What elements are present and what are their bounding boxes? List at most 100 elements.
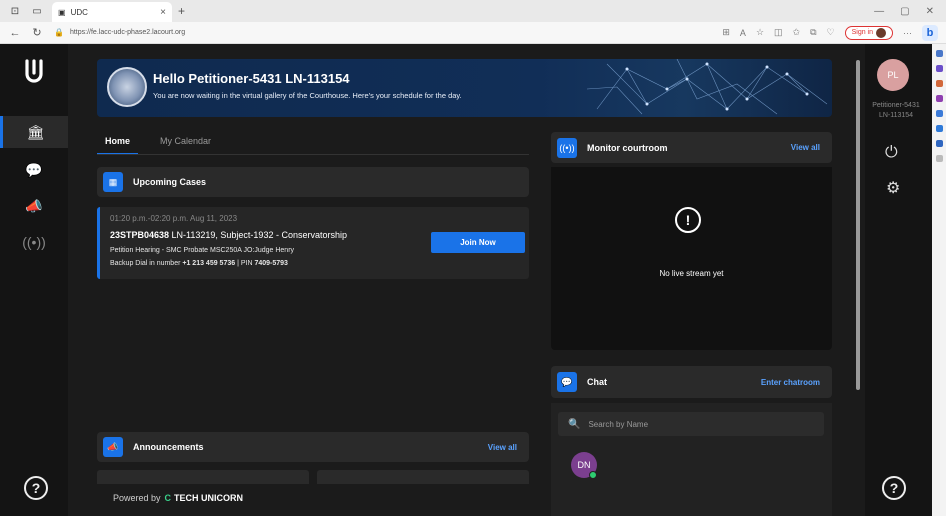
court-seal-icon [107, 67, 147, 107]
megaphone-icon: 📣 [103, 437, 123, 457]
nav-chat[interactable]: 💬 [0, 154, 68, 186]
tab-favicon-icon: ▣ [58, 7, 66, 17]
app-logo-icon [25, 59, 43, 83]
user-name: Petitioner-5431 LN-113154 [872, 102, 920, 119]
monitor-courtroom-header: ((•)) Monitor courtroom View all [551, 132, 832, 163]
powered-by-label: Powered by [113, 493, 161, 503]
broadcast-icon: ((•)) [22, 234, 46, 250]
tools-icon[interactable] [935, 95, 943, 102]
tab-actions-icon[interactable]: ▭ [30, 4, 44, 18]
favorites-icon[interactable]: ✩ [793, 27, 801, 38]
sign-in-label: Sign in [851, 29, 873, 36]
tabs-divider [97, 154, 529, 155]
announcement-card[interactable] [317, 470, 529, 484]
chat-icon: 💬 [25, 161, 43, 178]
discover-icon[interactable] [935, 65, 943, 72]
gear-icon[interactable]: ⚙ [886, 178, 900, 198]
pin-label: | PIN [235, 260, 255, 267]
restore-icon[interactable]: ▢ [900, 6, 909, 17]
brand-name: TECH UNICORN [174, 493, 244, 503]
announcement-card[interactable] [97, 470, 309, 484]
browser-tab[interactable]: ▣ UDC × [52, 2, 172, 22]
calendar-icon: ▦ [103, 172, 123, 192]
url-field[interactable]: 🔒 https://fe.lacc-udc-phase2.lacourt.org [54, 28, 185, 37]
online-status-badge [589, 471, 597, 479]
refresh-icon[interactable]: ↻ [30, 26, 44, 39]
copilot-icon[interactable]: b [922, 24, 938, 41]
nav-announcements[interactable]: 📣 [0, 190, 68, 222]
tab-close-icon[interactable]: × [160, 7, 166, 18]
no-stream-message: No live stream yet [659, 269, 724, 278]
announcements-view-all-link[interactable]: View all [488, 443, 517, 452]
url-text: https://fe.lacc-udc-phase2.lacourt.org [69, 29, 186, 36]
outlook-icon[interactable] [935, 140, 943, 147]
add-icon[interactable] [935, 155, 943, 162]
join-now-button[interactable]: Join Now [431, 232, 525, 253]
new-tab-button[interactable]: + [178, 4, 185, 18]
case-time: 01:20 p.m.-02:20 p.m. Aug 11, 2023 [110, 214, 238, 223]
shopping-icon[interactable] [935, 80, 943, 87]
case-hearing-details: Petition Hearing - SMC Probate MSC250A J… [110, 247, 295, 254]
tab-title: UDC [70, 7, 88, 17]
power-icon[interactable]: ⏻ [885, 144, 898, 162]
upcoming-cases-header: ▦ Upcoming Cases [97, 167, 529, 197]
read-aloud-icon[interactable]: A [740, 28, 746, 38]
search-icon[interactable] [935, 50, 943, 57]
right-bar: PL Petitioner-5431 LN-113154 ⏻ ⚙ ? [865, 44, 932, 516]
announcement-cards [97, 470, 529, 484]
case-card: 01:20 p.m.-02:20 p.m. Aug 11, 2023 23STP… [97, 207, 529, 279]
workspaces-icon[interactable]: ⊡ [8, 4, 22, 18]
more-icon[interactable]: ··· [903, 28, 912, 38]
favorite-icon[interactable]: ☆ [756, 27, 764, 38]
case-title: 23STPB04638 LN-113219, Subject-1932 - Co… [110, 230, 347, 240]
window-controls: — ▢ ✕ [874, 6, 946, 17]
help-button[interactable]: ? [24, 476, 48, 500]
pin-value: 7409-5793 [254, 260, 288, 267]
home-tabs: Home My Calendar [97, 136, 211, 155]
nav-courthouse[interactable]: 🏛 [0, 116, 68, 148]
chat-body: 🔍 DN [551, 403, 832, 516]
games-icon[interactable] [935, 110, 943, 117]
monitor-view-all-link[interactable]: View all [791, 143, 820, 152]
backup-dial-label: Backup Dial in number [110, 260, 183, 267]
sign-in-button[interactable]: Sign in [844, 25, 893, 40]
chat-header: 💬 Chat Enter chatroom [551, 366, 832, 398]
office-icon[interactable] [935, 125, 943, 132]
announcements-header: 📣 Announcements View all [97, 432, 529, 462]
tab-home[interactable]: Home [97, 136, 139, 155]
chat-search: 🔍 [558, 412, 824, 436]
tab-my-calendar[interactable]: My Calendar [160, 136, 211, 155]
brand-logo: C TECH UNICORN [165, 493, 244, 503]
collections-icon[interactable]: ⧉ [810, 27, 816, 38]
live-stream-area: ! No live stream yet [551, 167, 832, 350]
broadcast-icon: ((•)) [557, 137, 577, 158]
close-window-icon[interactable]: ✕ [926, 6, 934, 17]
address-bar: ← ↻ 🔒 https://fe.lacc-udc-phase2.lacourt… [0, 22, 946, 44]
network-graphic-icon [587, 59, 828, 115]
user-avatar[interactable]: PL [877, 59, 909, 91]
help-button-right[interactable]: ? [882, 476, 906, 500]
app-available-icon[interactable]: ⊞ [722, 27, 730, 38]
banner-title: Hello Petitioner-5431 LN-113154 [153, 71, 350, 86]
courthouse-icon: 🏛 [26, 123, 45, 140]
enter-chatroom-link[interactable]: Enter chatroom [761, 378, 820, 387]
browser-essentials-icon[interactable]: ♡ [827, 27, 835, 38]
case-dial-in: Backup Dial in number +1 213 459 5736 | … [110, 260, 288, 267]
megaphone-icon: 📣 [25, 197, 43, 214]
profile-avatar-icon [876, 27, 886, 38]
back-icon[interactable]: ← [8, 27, 22, 39]
search-input[interactable] [588, 419, 809, 429]
banner-subtitle: You are now waiting in the virtual galle… [153, 91, 462, 100]
minimize-icon[interactable]: — [874, 6, 884, 17]
nav-monitor[interactable]: ((•)) [0, 226, 68, 258]
search-icon: 🔍 [568, 418, 581, 430]
announcements-title: Announcements [133, 442, 204, 452]
powered-by: Powered by C TECH UNICORN [113, 493, 243, 503]
split-screen-icon[interactable]: ◫ [774, 27, 783, 38]
case-subject: LN-113219, Subject-1932 - Conservatorshi… [169, 230, 347, 240]
chat-title: Chat [587, 377, 607, 387]
browser-toolbar: ⊞ A ☆ ◫ ✩ ⧉ ♡ Sign in ··· b [722, 24, 946, 41]
case-number: 23STPB04638 [110, 230, 170, 240]
left-nav: 🏛 💬 📣 ((•)) ? [0, 44, 68, 516]
main-scrollbar[interactable] [856, 60, 860, 390]
